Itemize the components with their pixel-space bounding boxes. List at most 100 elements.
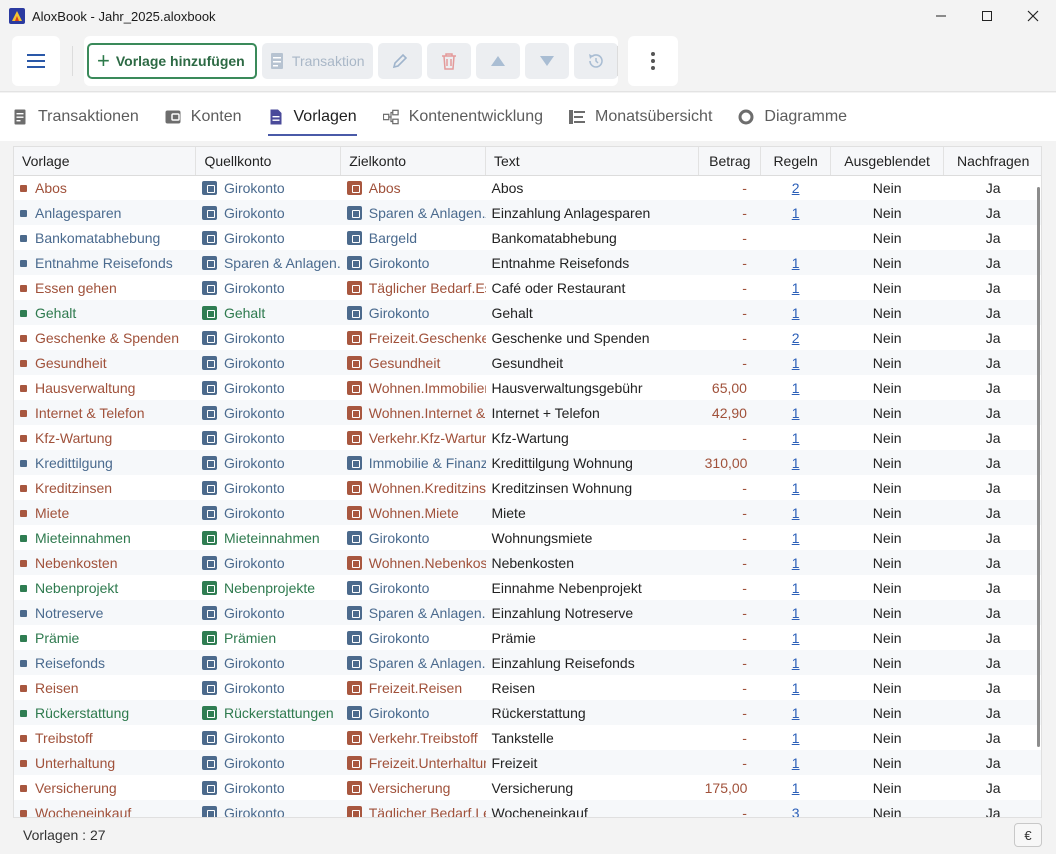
rules-link[interactable]: 1 bbox=[792, 280, 800, 296]
move-up-button[interactable] bbox=[475, 43, 520, 79]
more-options-button[interactable] bbox=[628, 36, 678, 86]
template-name: Prämie bbox=[35, 629, 80, 646]
table-row[interactable]: Prämie Prämien Girokonto Prämie - 1 Nein Ja bbox=[14, 625, 1041, 650]
rules-link[interactable]: 1 bbox=[792, 305, 800, 321]
column-header-regeln[interactable]: Regeln bbox=[760, 147, 831, 176]
table-row[interactable]: Wocheneinkauf Girokonto Täglicher Bedarf.L… bbox=[14, 800, 1041, 818]
table-row[interactable]: Geschenke & Spenden Girokonto Freizeit.Ges… bbox=[14, 325, 1041, 350]
table-row[interactable]: Gesundheit Girokonto Gesundheit Gesundheit -… bbox=[14, 350, 1041, 375]
rules-link[interactable]: 1 bbox=[792, 380, 800, 396]
table-row[interactable]: Gehalt Gehalt Girokonto Gehalt - 1 Nein Ja bbox=[14, 300, 1041, 325]
transaction-button[interactable]: Transaktion bbox=[261, 43, 373, 79]
category-color-icon bbox=[20, 659, 27, 667]
table-row[interactable]: Hausverwaltung Girokonto Wohnen.Immobilien… bbox=[14, 375, 1041, 400]
rules-link[interactable]: 1 bbox=[792, 755, 800, 771]
hidden-flag: Nein bbox=[872, 179, 902, 196]
vertical-scrollbar[interactable] bbox=[1037, 187, 1040, 747]
tab-kontenentwicklung[interactable]: Kontenentwicklung bbox=[382, 93, 543, 141]
source-account: Girokonto bbox=[223, 729, 285, 746]
table-row[interactable]: Reisefonds Girokonto Sparen & Anlagen.Reis… bbox=[14, 650, 1041, 675]
table-row[interactable]: Notreserve Girokonto Sparen & Anlagen.Notr… bbox=[14, 600, 1041, 625]
template-text: Einzahlung Anlagesparen bbox=[491, 204, 651, 221]
rules-link[interactable]: 1 bbox=[792, 630, 800, 646]
rules-link[interactable]: 1 bbox=[792, 655, 800, 671]
column-header-vorlage[interactable]: Vorlage bbox=[14, 147, 197, 176]
column-header-betrag[interactable]: Betrag bbox=[698, 147, 762, 176]
rules-link[interactable]: 1 bbox=[792, 555, 800, 571]
table-row[interactable]: Entnahme Reisefonds Sparen & Anlagen.Reis… bbox=[14, 250, 1041, 275]
rules-link[interactable]: 1 bbox=[792, 480, 800, 496]
column-header-quellkonto[interactable]: Quellkonto bbox=[195, 147, 342, 176]
wallet-icon bbox=[346, 805, 362, 817]
column-header-zielkonto[interactable]: Zielkonto bbox=[340, 147, 486, 176]
tab-konten[interactable]: Konten bbox=[165, 93, 242, 141]
edit-button[interactable] bbox=[377, 43, 422, 79]
currency-button[interactable]: € bbox=[1014, 823, 1042, 847]
rules-link[interactable]: 2 bbox=[792, 330, 800, 346]
table-row[interactable]: Essen gehen Girokonto Täglicher Bedarf.Ess… bbox=[14, 275, 1041, 300]
column-header-nachfragen[interactable]: Nachfragen bbox=[943, 147, 1041, 176]
rules-link[interactable]: 1 bbox=[792, 705, 800, 721]
amount: - bbox=[742, 529, 747, 546]
delete-button[interactable] bbox=[426, 43, 471, 79]
template-name: Bankomatabhebung bbox=[35, 229, 161, 246]
rules-link[interactable]: 1 bbox=[792, 730, 800, 746]
maximize-button[interactable] bbox=[964, 0, 1010, 32]
rules-link[interactable]: 1 bbox=[792, 355, 800, 371]
minimize-button[interactable] bbox=[918, 0, 964, 32]
move-down-button[interactable] bbox=[524, 43, 569, 79]
rules-link[interactable]: 3 bbox=[792, 805, 800, 818]
wallet-icon bbox=[346, 755, 362, 770]
ask-flag: Ja bbox=[985, 304, 1001, 321]
tab-diagramme[interactable]: Diagramme bbox=[738, 93, 847, 141]
column-header-ausgeblendet[interactable]: Ausgeblendet bbox=[830, 147, 945, 176]
wallet-icon bbox=[201, 630, 217, 645]
table-row[interactable]: Mieteinnahmen Mieteinnahmen Girokonto Wohnu… bbox=[14, 525, 1041, 550]
table-row[interactable]: Bankomatabhebung Girokonto Bargeld Bankomat… bbox=[14, 225, 1041, 250]
window-title: AloxBook - Jahr_2025.aloxbook bbox=[32, 8, 216, 24]
table-row[interactable]: Nebenprojekt Nebenprojekte Girokonto Einnah… bbox=[14, 575, 1041, 600]
table-row[interactable]: Kredittilgung Girokonto Immobilie & Finanz… bbox=[14, 450, 1041, 475]
rules-link[interactable]: 1 bbox=[792, 255, 800, 271]
toolbar: + Vorlage hinzufügen Transaktion bbox=[0, 32, 1056, 92]
rules-link[interactable]: 1 bbox=[792, 680, 800, 696]
table-row[interactable]: Internet & Telefon Girokonto Wohnen.Intern… bbox=[14, 400, 1041, 425]
table-row[interactable]: Miete Girokonto Wohnen.Miete Miete - 1 Nein Ja bbox=[14, 500, 1041, 525]
ask-flag: Ja bbox=[985, 379, 1001, 396]
rules-link[interactable]: 1 bbox=[792, 605, 800, 621]
add-template-button[interactable]: + Vorlage hinzufügen bbox=[87, 43, 257, 79]
wallet-icon bbox=[346, 180, 362, 195]
rules-link[interactable]: 1 bbox=[792, 505, 800, 521]
rules-link[interactable]: 1 bbox=[792, 780, 800, 796]
hidden-flag: Nein bbox=[872, 604, 902, 621]
table-row[interactable]: Kfz-Wartung Girokonto Verkehr.Kfz-Wartung K… bbox=[14, 425, 1041, 450]
ask-flag: Ja bbox=[985, 229, 1001, 246]
rules-link[interactable]: 1 bbox=[792, 405, 800, 421]
rules-link[interactable]: 2 bbox=[792, 180, 800, 196]
category-color-icon bbox=[20, 484, 27, 492]
template-name: Reisen bbox=[35, 679, 79, 696]
column-header-text[interactable]: Text bbox=[485, 147, 700, 176]
rules-link[interactable]: 1 bbox=[792, 430, 800, 446]
rules-link[interactable]: 1 bbox=[792, 580, 800, 596]
wallet-icon bbox=[201, 505, 217, 520]
table-row[interactable]: Unterhaltung Girokonto Freizeit.Unterhaltu… bbox=[14, 750, 1041, 775]
table-row[interactable]: Nebenkosten Girokonto Wohnen.Nebenkosten Ne… bbox=[14, 550, 1041, 575]
table-row[interactable]: Versicherung Girokonto Versicherung Versich… bbox=[14, 775, 1041, 800]
table-row[interactable]: Kreditzinsen Girokonto Wohnen.Kreditzinsen… bbox=[14, 475, 1041, 500]
table-row[interactable]: Treibstoff Girokonto Verkehr.Treibstoff Tan… bbox=[14, 725, 1041, 750]
menu-button[interactable] bbox=[12, 36, 60, 86]
table-row[interactable]: Rückerstattung Rückerstattungen Girokonto R… bbox=[14, 700, 1041, 725]
tab-transaktionen[interactable]: Transaktionen bbox=[12, 93, 139, 141]
rules-link[interactable]: 1 bbox=[792, 530, 800, 546]
tab-monatsuebersicht[interactable]: Monatsübersicht bbox=[569, 93, 712, 141]
table-row[interactable]: Reisen Girokonto Freizeit.Reisen Reisen - 1 Ne… bbox=[14, 675, 1041, 700]
reset-button[interactable] bbox=[573, 43, 618, 79]
hidden-flag: Nein bbox=[872, 654, 902, 671]
close-button[interactable] bbox=[1010, 0, 1056, 32]
table-row[interactable]: Abos Girokonto Abos Abos - 2 Nein Ja bbox=[14, 175, 1041, 200]
tab-vorlagen[interactable]: Vorlagen bbox=[267, 93, 357, 141]
table-row[interactable]: Anlagesparen Girokonto Sparen & Anlagen.An… bbox=[14, 200, 1041, 225]
rules-link[interactable]: 1 bbox=[792, 455, 800, 471]
rules-link[interactable]: 1 bbox=[792, 205, 800, 221]
